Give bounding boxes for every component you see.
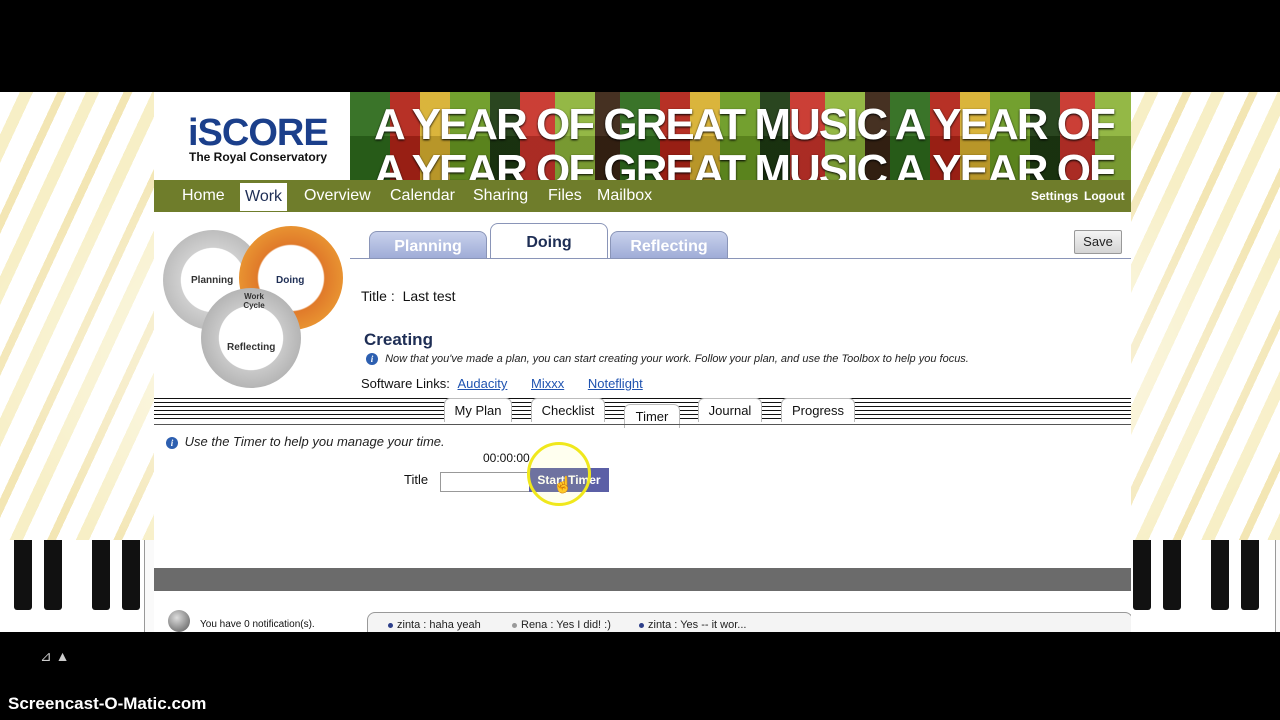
click-highlight-ring [527,442,591,506]
software-links: Software Links: Audacity Mixxx Notefligh… [361,376,643,391]
nav-sharing[interactable]: Sharing [473,180,528,212]
recorder-tool-icons[interactable]: ⊿ ▲ [40,648,69,665]
section-info-text: Now that you've made a plan, you can sta… [385,353,969,365]
timer-info: i Use the Timer to help you manage your … [166,434,445,449]
iscore-site: iSCORE The Royal Conservatory A YEAR OF … [154,92,1131,632]
logo-subtitle: The Royal Conservatory [189,150,328,164]
title-label: Title : [361,288,395,304]
timer-title-input[interactable] [440,472,532,492]
banner-text-repeat: A YEAR OF GREAT MUSIC A YEAR OF [374,146,1116,180]
piano-keys-right [1131,540,1280,632]
chat-ticker[interactable]: zinta : haha yeah Rena : Yes I did! :) z… [367,612,1131,632]
cycle-center-label: Work Cycle [243,292,265,310]
logout-link[interactable]: Logout [1084,180,1125,212]
work-cycle-diagram: Planning Doing Reflecting Work Cycle [163,226,343,394]
info-icon: i [166,436,178,449]
hand-cursor-icon: ☝ [553,477,573,494]
cycle-planning-label: Planning [191,275,234,286]
header-banner: A YEAR OF GREAT MUSIC A YEAR OF A YEAR O… [350,92,1131,180]
work-title-row: Title : Last test [361,288,456,304]
main-nav: Home Work Overview Calendar Sharing File… [154,180,1131,212]
watermark: Screencast-O-Matic.com [8,694,207,713]
chat-item[interactable]: Rena : Yes I did! :) [512,619,611,631]
subtab-progress[interactable]: Progress [781,398,855,422]
cycle-reflecting-label: Reflecting [227,342,276,353]
footer-band [154,568,1131,591]
banner-text: A YEAR OF GREAT MUSIC A YEAR OF [374,100,1116,149]
info-icon: i [366,353,378,366]
section-info: i Now that you've made a plan, you can s… [366,353,969,366]
title-value: Last test [402,288,456,304]
desktop-background: iSCORE The Royal Conservatory A YEAR OF … [0,92,1280,632]
notification-icon[interactable] [168,610,190,632]
nav-overview[interactable]: Overview [304,180,371,212]
tab-planning[interactable]: Planning [369,231,487,259]
subtab-my-plan[interactable]: My Plan [444,398,512,422]
logo-title: iSCORE [188,112,329,154]
subtab-journal[interactable]: Journal [698,398,762,422]
timer-info-text: Use the Timer to help you manage your ti… [184,434,445,449]
subtab-checklist[interactable]: Checklist [531,398,605,422]
phase-tabs: Planning Doing Reflecting [350,223,1131,259]
nav-work[interactable]: Work [240,183,288,211]
software-links-label: Software Links: [361,376,450,391]
tab-reflecting[interactable]: Reflecting [610,231,728,259]
settings-link[interactable]: Settings [1031,180,1078,212]
iscore-logo[interactable]: iSCORE The Royal Conservatory [154,92,350,180]
notification-text: You have 0 notification(s). [200,619,315,630]
piano-keys-left [0,540,154,632]
save-button[interactable]: Save [1074,230,1122,254]
chat-item[interactable]: zinta : Yes -- it wor... [639,619,746,631]
link-noteflight[interactable]: Noteflight [588,376,643,391]
tabs-divider [350,258,1131,259]
timer-display: 00:00:00 [483,451,530,465]
timer-title-label: Title [404,472,429,487]
link-audacity[interactable]: Audacity [458,376,508,391]
content-divider [154,424,1131,425]
nav-mailbox[interactable]: Mailbox [597,180,652,212]
nav-home[interactable]: Home [182,180,225,212]
chat-item[interactable]: zinta : haha yeah [388,619,481,631]
nav-files[interactable]: Files [548,180,582,212]
tab-doing[interactable]: Doing [490,223,608,259]
cycle-doing-label: Doing [276,275,305,286]
nav-calendar[interactable]: Calendar [390,180,455,212]
link-mixxx[interactable]: Mixxx [531,376,564,391]
section-heading: Creating [364,330,433,349]
